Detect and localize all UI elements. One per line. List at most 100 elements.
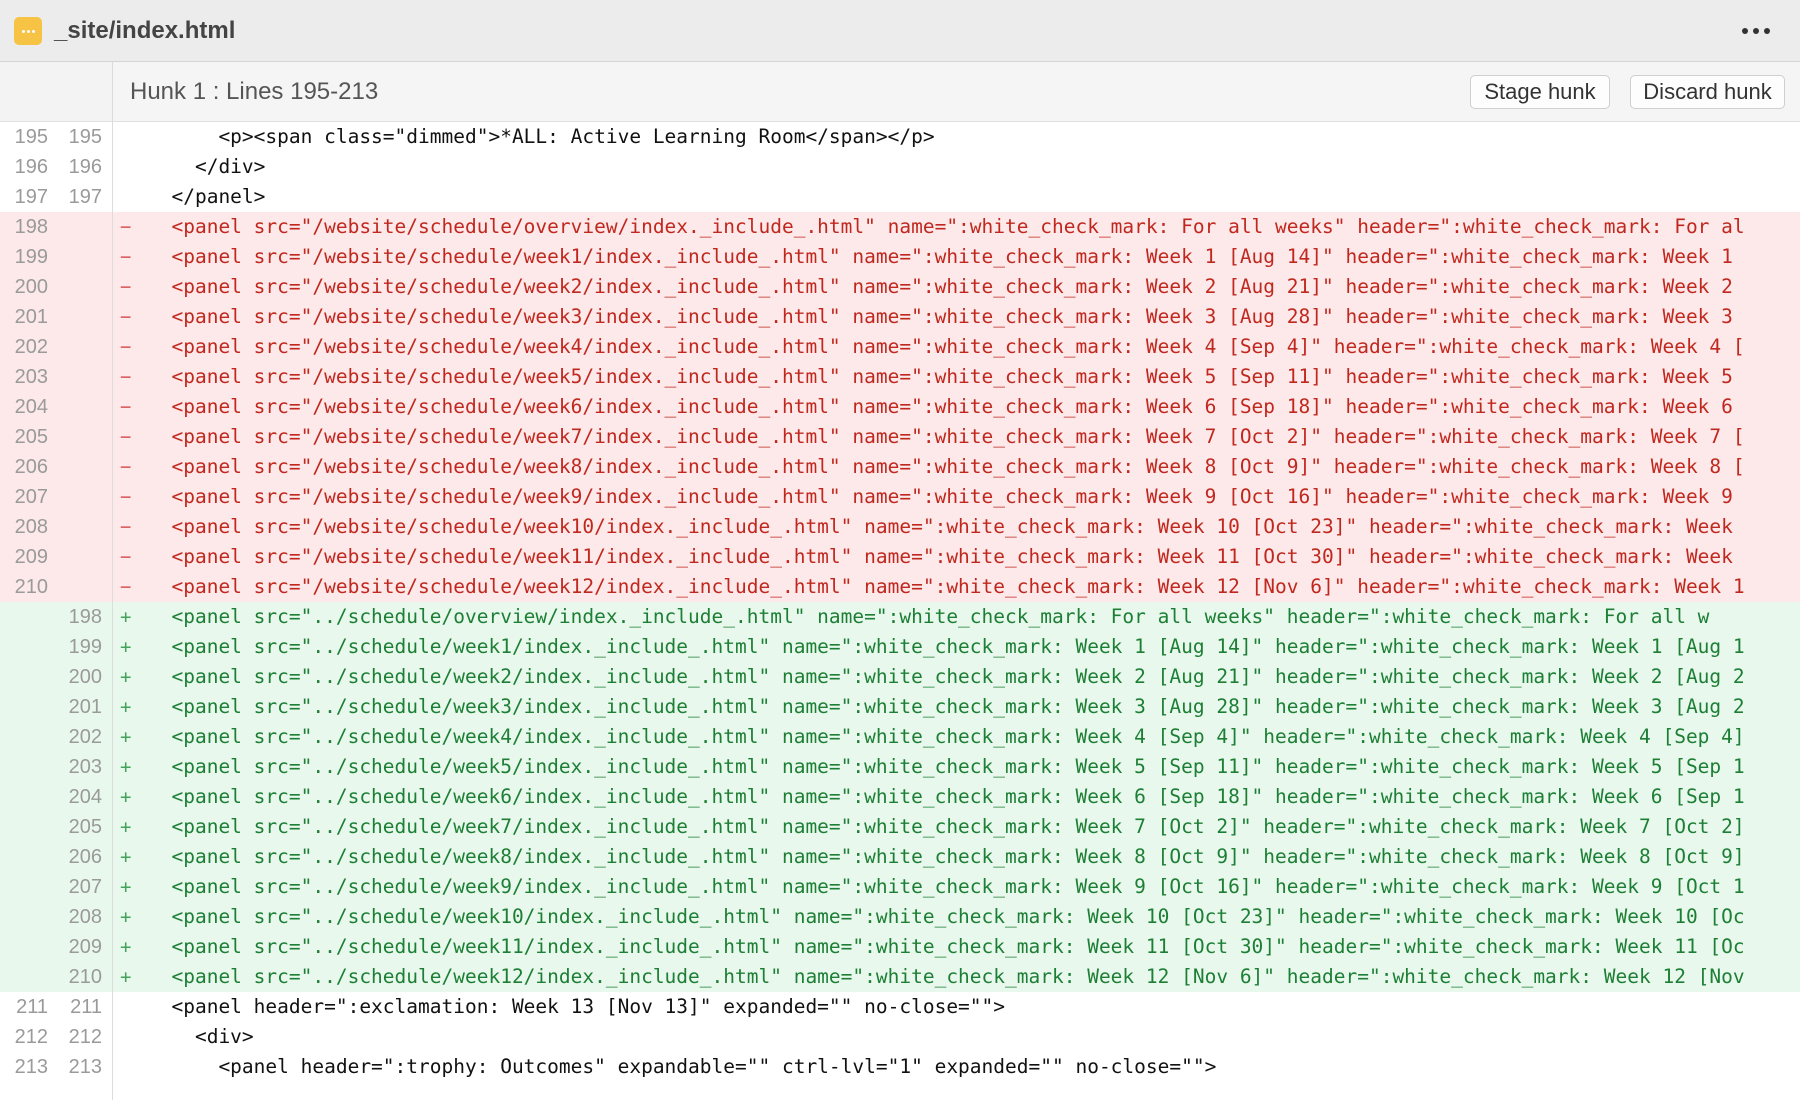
code-text: <panel src="/website/schedule/week11/ind… bbox=[148, 545, 1733, 568]
new-line-number: 206 bbox=[68, 846, 102, 868]
diff-line-added[interactable]: 206 + <panel src="../schedule/week8/index… bbox=[0, 842, 1800, 872]
diff-sign: − bbox=[120, 546, 132, 568]
diff-line-context[interactable]: 195 195 <p><span class="dimmed">*ALL: Act… bbox=[0, 122, 1800, 152]
code-text: <panel src="/website/schedule/week3/inde… bbox=[148, 305, 1733, 328]
code-text: <panel src="../schedule/week1/index._inc… bbox=[148, 635, 1745, 658]
new-line-number: 207 bbox=[68, 876, 102, 898]
diff-sign: − bbox=[120, 486, 132, 508]
discard-hunk-button[interactable]: Discard hunk bbox=[1630, 75, 1785, 109]
code-text: <panel src="../schedule/week9/index._inc… bbox=[148, 875, 1745, 898]
diff-sign: + bbox=[120, 786, 132, 808]
code-text: <panel src="../schedule/week10/index._in… bbox=[148, 905, 1745, 928]
old-line-number: 205 bbox=[14, 426, 48, 448]
new-line-number: 196 bbox=[68, 156, 102, 178]
diff-sign: − bbox=[120, 336, 132, 358]
code-text: </panel> bbox=[148, 185, 266, 208]
new-line-number: 202 bbox=[68, 726, 102, 748]
code-text: <panel src="/website/schedule/week9/inde… bbox=[148, 485, 1733, 508]
old-line-number: 196 bbox=[14, 156, 48, 178]
code-text: <panel src="/website/schedule/week6/inde… bbox=[148, 395, 1733, 418]
diff-sign: + bbox=[120, 906, 132, 928]
diff-line-context[interactable]: 211 211 <panel header=":exclamation: Week… bbox=[0, 992, 1800, 1022]
more-options-icon[interactable] bbox=[1736, 18, 1776, 44]
diff-sign: − bbox=[120, 576, 132, 598]
diff-line-added[interactable]: 198 + <panel src="../schedule/overview/in… bbox=[0, 602, 1800, 632]
diff-line-context[interactable]: 213 213 <panel header=":trophy: Outcomes"… bbox=[0, 1052, 1800, 1082]
code-text: <panel header=":exclamation: Week 13 [No… bbox=[148, 995, 1006, 1018]
diff-line-context[interactable]: 197 197 </panel> bbox=[0, 182, 1800, 212]
diff-sign: − bbox=[120, 276, 132, 298]
diff-line-added[interactable]: 203 + <panel src="../schedule/week5/index… bbox=[0, 752, 1800, 782]
old-line-number: 199 bbox=[14, 246, 48, 268]
old-line-number: 206 bbox=[14, 456, 48, 478]
code-text: <panel src="../schedule/week2/index._inc… bbox=[148, 665, 1745, 688]
hunk-gutter bbox=[0, 62, 113, 121]
diff-line-deleted[interactable]: 204 − <panel src="/website/schedule/week6… bbox=[0, 392, 1800, 422]
diff-line-context[interactable]: 196 196 </div> bbox=[0, 152, 1800, 182]
diff-line-deleted[interactable]: 199 − <panel src="/website/schedule/week1… bbox=[0, 242, 1800, 272]
old-line-number: 212 bbox=[14, 1026, 48, 1048]
code-text: <panel src="../schedule/week6/index._inc… bbox=[148, 785, 1745, 808]
diff-line-added[interactable]: 209 + <panel src="../schedule/week11/inde… bbox=[0, 932, 1800, 962]
diff-sign: + bbox=[120, 966, 132, 988]
diff-line-deleted[interactable]: 206 − <panel src="/website/schedule/week8… bbox=[0, 452, 1800, 482]
diff-sign: − bbox=[120, 456, 132, 478]
diff-line-deleted[interactable]: 208 − <panel src="/website/schedule/week1… bbox=[0, 512, 1800, 542]
diff-line-context[interactable]: 212 212 <div> bbox=[0, 1022, 1800, 1052]
new-line-number: 201 bbox=[68, 696, 102, 718]
old-line-number: 203 bbox=[14, 366, 48, 388]
new-line-number: 199 bbox=[68, 636, 102, 658]
diff-line-deleted[interactable]: 202 − <panel src="/website/schedule/week4… bbox=[0, 332, 1800, 362]
new-line-number: 211 bbox=[70, 996, 102, 1018]
new-line-number: 198 bbox=[68, 606, 102, 628]
code-text: <panel src="/website/schedule/week8/inde… bbox=[148, 455, 1745, 478]
diff-line-deleted[interactable]: 198 − <panel src="/website/schedule/overv… bbox=[0, 212, 1800, 242]
stage-hunk-button[interactable]: Stage hunk bbox=[1470, 75, 1610, 109]
diff-sign: − bbox=[120, 426, 132, 448]
diff-line-added[interactable]: 200 + <panel src="../schedule/week2/index… bbox=[0, 662, 1800, 692]
diff-sign: − bbox=[120, 216, 132, 238]
diff-line-added[interactable]: 208 + <panel src="../schedule/week10/inde… bbox=[0, 902, 1800, 932]
diff-line-deleted[interactable]: 200 − <panel src="/website/schedule/week2… bbox=[0, 272, 1800, 302]
diff-sign: + bbox=[120, 816, 132, 838]
diff-sign: + bbox=[120, 606, 132, 628]
code-text: <panel src="../schedule/week3/index._inc… bbox=[148, 695, 1745, 718]
diff-line-added[interactable]: 204 + <panel src="../schedule/week6/index… bbox=[0, 782, 1800, 812]
diff-line-deleted[interactable]: 205 − <panel src="/website/schedule/week7… bbox=[0, 422, 1800, 452]
diff-line-deleted[interactable]: 209 − <panel src="/website/schedule/week1… bbox=[0, 542, 1800, 572]
old-line-number: 204 bbox=[14, 396, 48, 418]
diff-line-added[interactable]: 201 + <panel src="../schedule/week3/index… bbox=[0, 692, 1800, 722]
old-line-number: 200 bbox=[14, 276, 48, 298]
diff-sign: + bbox=[120, 876, 132, 898]
code-text: <panel header=":trophy: Outcomes" expand… bbox=[148, 1055, 1217, 1078]
diff-line-deleted[interactable]: 201 − <panel src="/website/schedule/week3… bbox=[0, 302, 1800, 332]
diff-sign: + bbox=[120, 636, 132, 658]
code-text: <p><span class="dimmed">*ALL: Active Lea… bbox=[148, 125, 935, 148]
diff-line-deleted[interactable]: 210 − <panel src="/website/schedule/week1… bbox=[0, 572, 1800, 602]
new-line-number: 195 bbox=[68, 126, 102, 148]
code-text: <panel src="../schedule/week7/index._inc… bbox=[148, 815, 1745, 838]
diff-line-deleted[interactable]: 207 − <panel src="/website/schedule/week9… bbox=[0, 482, 1800, 512]
code-text: <panel src="/website/schedule/week4/inde… bbox=[148, 335, 1745, 358]
new-line-number: 200 bbox=[68, 666, 102, 688]
diff-line-added[interactable]: 207 + <panel src="../schedule/week9/index… bbox=[0, 872, 1800, 902]
code-text: <panel src="../schedule/week4/index._inc… bbox=[148, 725, 1745, 748]
diff-line-added[interactable]: 199 + <panel src="../schedule/week1/index… bbox=[0, 632, 1800, 662]
diff-sign: + bbox=[120, 756, 132, 778]
diff-view[interactable]: 195 195 <p><span class="dimmed">*ALL: Act… bbox=[0, 122, 1800, 1082]
hunk-title: Hunk 1 : Lines 195-213 bbox=[130, 78, 379, 105]
diff-line-added[interactable]: 202 + <panel src="../schedule/week4/index… bbox=[0, 722, 1800, 752]
diff-line-deleted[interactable]: 203 − <panel src="/website/schedule/week5… bbox=[0, 362, 1800, 392]
new-line-number: 212 bbox=[68, 1026, 102, 1048]
diff-line-added[interactable]: 210 + <panel src="../schedule/week12/inde… bbox=[0, 962, 1800, 992]
code-text: <panel src="../schedule/week5/index._inc… bbox=[148, 755, 1745, 778]
diff-sign: + bbox=[120, 666, 132, 688]
new-line-number: 209 bbox=[68, 936, 102, 958]
diff-line-added[interactable]: 205 + <panel src="../schedule/week7/index… bbox=[0, 812, 1800, 842]
code-text: <panel src="/website/schedule/week10/ind… bbox=[148, 515, 1733, 538]
file-dots-icon bbox=[14, 17, 42, 45]
code-text: <panel src="/website/schedule/overview/i… bbox=[148, 215, 1745, 238]
old-line-number: 195 bbox=[14, 126, 48, 148]
new-line-number: 197 bbox=[68, 186, 102, 208]
diff-sign: + bbox=[120, 726, 132, 748]
